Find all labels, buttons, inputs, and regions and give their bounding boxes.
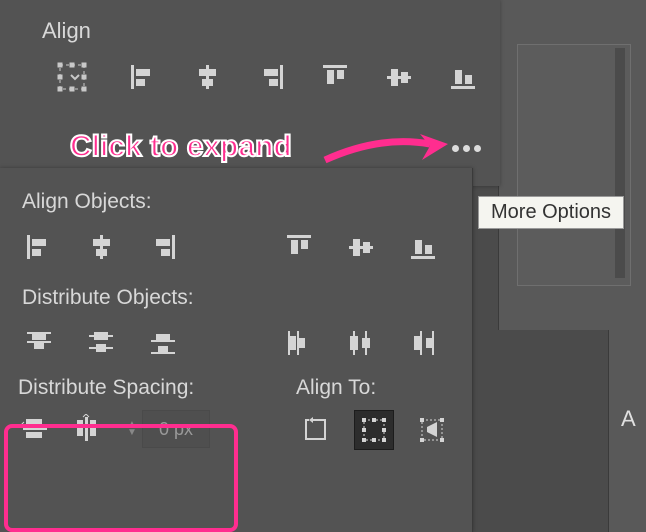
distribute-spacing-label: Distribute Spacing: xyxy=(18,376,256,400)
distribute-center-horizontal-icon[interactable] xyxy=(344,326,378,360)
bottom-section: Distribute Spacing: ▲▼ 0 px Align To: xyxy=(0,368,472,450)
align-objects-label: Align Objects: xyxy=(0,168,472,222)
background-inner-frame xyxy=(517,44,631,286)
distribute-left-icon[interactable] xyxy=(282,326,316,360)
align-to-artboard-icon[interactable] xyxy=(296,410,336,450)
chevron-down-icon xyxy=(69,71,81,83)
right-panel-letter: A xyxy=(621,406,636,432)
background-panel-far-right: A xyxy=(608,330,646,532)
spacing-value-field[interactable]: ▲▼ 0 px xyxy=(122,410,210,448)
align-panel-title: Align xyxy=(0,18,500,52)
spacing-value[interactable]: 0 px xyxy=(142,410,210,448)
align-objects-row xyxy=(0,222,472,272)
align-center-vertical-icon[interactable] xyxy=(344,230,378,264)
distribute-spacing-horizontal-icon[interactable] xyxy=(70,412,104,446)
align-center-horizontal-icon[interactable] xyxy=(84,230,118,264)
align-center-horizontal-icon[interactable] xyxy=(190,60,224,94)
align-top-icon[interactable] xyxy=(318,60,352,94)
distribute-right-icon[interactable] xyxy=(406,326,440,360)
align-center-vertical-icon[interactable] xyxy=(382,60,416,94)
align-to-label: Align To: xyxy=(296,376,472,400)
align-right-icon[interactable] xyxy=(254,60,288,94)
align-bottom-icon[interactable] xyxy=(406,230,440,264)
align-right-icon[interactable] xyxy=(146,230,180,264)
align-panel-compact: Align xyxy=(0,0,500,186)
more-options-icon xyxy=(452,145,459,152)
distribute-objects-label: Distribute Objects: xyxy=(0,272,472,318)
distribute-top-icon[interactable] xyxy=(22,326,56,360)
distribute-objects-row xyxy=(0,318,472,368)
distribute-center-vertical-icon[interactable] xyxy=(84,326,118,360)
more-options-tooltip: More Options xyxy=(478,196,624,229)
distribute-spacing-vertical-icon[interactable] xyxy=(18,412,52,446)
background-panel-right xyxy=(498,0,646,330)
distribute-spacing-group: Distribute Spacing: ▲▼ 0 px xyxy=(0,376,256,448)
more-options-button[interactable] xyxy=(446,133,486,163)
align-target-dropdown[interactable] xyxy=(42,60,96,94)
align-left-icon[interactable] xyxy=(22,230,56,264)
spacing-stepper[interactable]: ▲▼ xyxy=(122,410,142,448)
align-top-icon[interactable] xyxy=(282,230,316,264)
align-left-icon[interactable] xyxy=(126,60,160,94)
background-inner-shadow xyxy=(615,48,625,278)
align-to-key-object-icon[interactable] xyxy=(412,410,452,450)
align-panel-expanded: Align Objects: Distribute Objects: xyxy=(0,168,473,532)
align-bottom-icon[interactable] xyxy=(446,60,480,94)
align-to-selection-icon[interactable] xyxy=(354,410,394,450)
distribute-bottom-icon[interactable] xyxy=(146,326,180,360)
align-to-group: Align To: xyxy=(256,376,472,450)
align-compact-row xyxy=(0,52,500,102)
